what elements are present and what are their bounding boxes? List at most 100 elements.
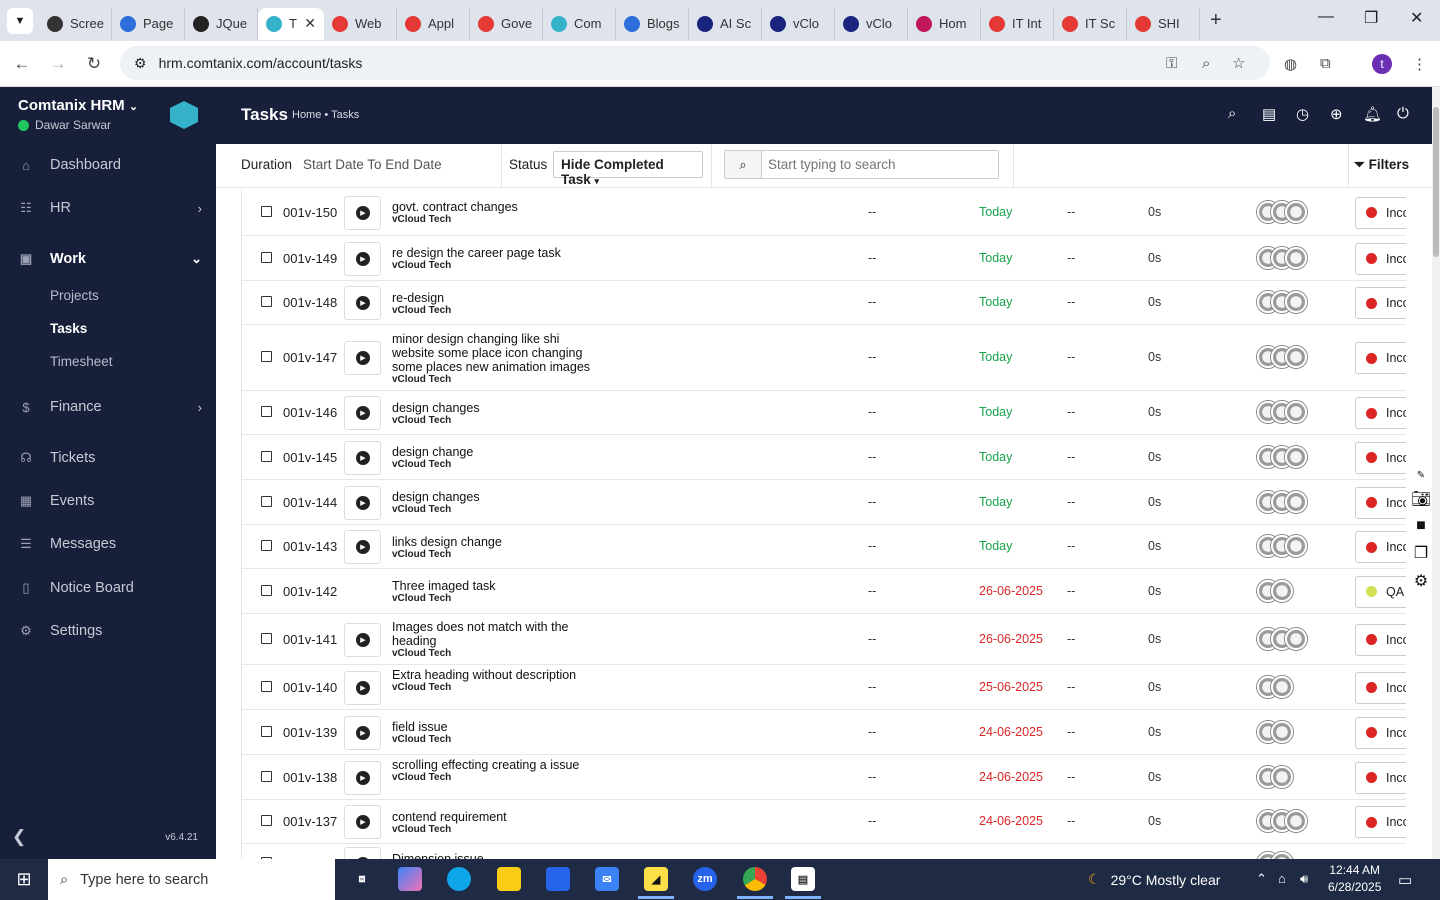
task-project[interactable]: vCloud Tech	[392, 214, 602, 225]
avatar[interactable]	[1285, 810, 1307, 832]
minimize-button[interactable]: —	[1318, 8, 1334, 26]
task-view-icon[interactable]: ⧈	[350, 867, 374, 891]
table-row[interactable]: 001v-149 ▶ re design the career page task v…	[242, 236, 1406, 281]
task-title[interactable]: Three imaged task	[392, 579, 602, 593]
avatar[interactable]	[1285, 246, 1307, 269]
sidebar-item-dashboard[interactable]: ⌂ Dashboard	[0, 145, 216, 185]
task-status-select[interactable]: Incomplete	[1355, 242, 1406, 275]
start-timer-button[interactable]: ▶	[344, 195, 381, 230]
start-timer-button[interactable]: ▶	[344, 341, 381, 375]
task-code[interactable]: 001v-147	[283, 350, 337, 365]
network-icon[interactable]: ⌂	[1278, 871, 1286, 886]
video-icon[interactable]: ■	[1416, 517, 1426, 535]
sidebar-item-hr[interactable]: ☷ HR ›	[0, 188, 216, 228]
translate-icon[interactable]: ◍	[1284, 55, 1297, 73]
task-project[interactable]: vCloud Tech	[392, 459, 602, 470]
forward-button[interactable]: →	[40, 54, 76, 74]
table-row[interactable]: 001v-143 ▶ links design change vCloud Tech -…	[242, 525, 1406, 569]
task-title[interactable]: design changes	[392, 401, 602, 415]
sidebar-item-messages[interactable]: ☰ Messages	[0, 524, 216, 564]
task-code[interactable]: 001v-142	[283, 584, 337, 599]
task-project[interactable]: vCloud Tech	[392, 682, 602, 693]
back-button[interactable]: ←	[4, 54, 40, 74]
task-status-select[interactable]: Incomplete	[1355, 716, 1406, 749]
start-timer-button[interactable]: ▶	[344, 847, 381, 859]
task-code[interactable]: 001v-137	[283, 814, 337, 829]
task-code[interactable]: 001v-144	[283, 495, 337, 510]
task-project[interactable]: vCloud Tech	[392, 305, 602, 316]
browser-tab[interactable]: Web	[324, 7, 397, 40]
password-key-icon[interactable]: ⚿	[1166, 55, 1177, 72]
sidebar-item-notice-board[interactable]: ▯ Notice Board	[0, 568, 216, 608]
start-timer-button[interactable]: ▶	[344, 670, 381, 705]
browser-tab[interactable]: vClo	[835, 7, 908, 40]
taskbar-clock[interactable]: 12:44 AM 6/28/2025	[1328, 862, 1381, 896]
table-row[interactable]: 001v-139 ▶ field issue vCloud Tech -- 24-06-2…	[242, 710, 1406, 755]
breadcrumb[interactable]: Home • Tasks	[292, 109, 359, 121]
task-status-select[interactable]: Incomplete	[1355, 806, 1406, 838]
start-timer-button[interactable]: ▶	[344, 530, 381, 564]
duration-picker[interactable]: Start Date To End Date	[303, 157, 442, 172]
taskbar-search[interactable]: ⌕ Type here to search	[48, 859, 335, 900]
row-checkbox[interactable]	[261, 540, 272, 551]
row-checkbox[interactable]	[261, 770, 272, 782]
task-status-select[interactable]: Incomplete	[1355, 441, 1406, 474]
brand-name[interactable]: Comtanix HRM ⌄	[18, 97, 138, 114]
avatar[interactable]	[1271, 579, 1293, 602]
start-timer-button[interactable]: ▶	[344, 622, 381, 657]
bell-icon[interactable]: 🔔︎	[1363, 105, 1382, 123]
row-checkbox[interactable]	[261, 632, 272, 644]
task-code[interactable]: 001v-139	[283, 725, 337, 740]
avatar[interactable]	[1285, 200, 1307, 223]
zoom-icon[interactable]: ⌕	[1202, 55, 1210, 72]
start-timer-button[interactable]: ▶	[344, 485, 381, 520]
row-checkbox[interactable]	[261, 351, 272, 362]
browser-tab[interactable]: Appl	[397, 7, 470, 40]
sidebar-item-work[interactable]: ▣ Work ⌄	[0, 239, 216, 279]
task-status-select[interactable]: Incomplete	[1355, 761, 1406, 794]
task-project[interactable]: vCloud Tech	[392, 734, 602, 745]
task-title[interactable]: design changes	[392, 490, 602, 504]
address-bar[interactable]: ⚙ hrm.comtanix.com/account/tasks ⚿ ⌕ ☆	[120, 46, 1270, 80]
avatar[interactable]	[1271, 720, 1293, 743]
row-checkbox[interactable]	[261, 495, 272, 507]
avatar[interactable]	[1285, 401, 1307, 423]
start-timer-button[interactable]: ▶	[344, 440, 381, 475]
task-search-input[interactable]	[762, 151, 998, 178]
task-status-select[interactable]: Incomplete	[1355, 531, 1406, 563]
sidebar-item-tickets[interactable]: ☊ Tickets	[0, 438, 216, 478]
browser-tab[interactable]: IT Int	[981, 7, 1054, 40]
row-checkbox[interactable]	[261, 251, 272, 263]
task-project[interactable]: vCloud Tech	[392, 824, 602, 835]
gear-icon[interactable]: ⚙	[1414, 571, 1428, 591]
task-title[interactable]: scrolling effecting creating a issue	[392, 758, 602, 772]
browser-tab[interactable]: Scree	[39, 7, 112, 40]
collapse-sidebar-icon[interactable]: ❮	[12, 827, 26, 847]
avatar[interactable]	[1285, 627, 1307, 650]
store-icon[interactable]	[546, 867, 570, 891]
task-title[interactable]: design change	[392, 445, 602, 459]
profile-avatar[interactable]: t	[1372, 53, 1392, 74]
browser-menu-icon[interactable]: ⋮	[1412, 55, 1427, 73]
table-row[interactable]: 001v-138 ▶ scrolling effecting creating a …	[242, 755, 1406, 800]
status-select[interactable]: Hide Completed Task ▾	[553, 151, 703, 187]
table-row[interactable]: 001v-146 ▶ design changes vCloud Tech -- Toda…	[242, 391, 1406, 435]
zoom-app-icon[interactable]: zm	[693, 867, 717, 891]
task-project[interactable]: vCloud Tech	[392, 504, 602, 515]
row-checkbox[interactable]	[261, 584, 272, 596]
task-code[interactable]: 001v-150	[283, 205, 337, 220]
task-status-select[interactable]: Incomplete	[1355, 342, 1406, 374]
tab-search-button[interactable]: ▼	[7, 7, 33, 34]
task-code[interactable]: 001v-149	[283, 251, 337, 266]
browser-tab[interactable]: Page	[112, 7, 185, 40]
browser-tab[interactable]: vClo	[762, 7, 835, 40]
table-row[interactable]: 001v-144 ▶ design changes vCloud Tech -- Toda…	[242, 480, 1406, 525]
task-project[interactable]: vCloud Tech	[392, 549, 602, 560]
sidebar-subitem-projects[interactable]: Projects	[50, 288, 99, 303]
table-row[interactable]: 001v-150 ▶ govt. contract changes vCloud Te…	[242, 189, 1406, 236]
table-row[interactable]: 001v-148 ▶ re-design vCloud Tech -- Today -- 0s…	[242, 281, 1406, 325]
task-title[interactable]: field issue	[392, 720, 602, 734]
new-tab-button[interactable]: +	[1210, 9, 1222, 32]
notepad-icon[interactable]: ▤	[785, 867, 821, 899]
bookmark-star-icon[interactable]: ☆	[1232, 54, 1245, 72]
